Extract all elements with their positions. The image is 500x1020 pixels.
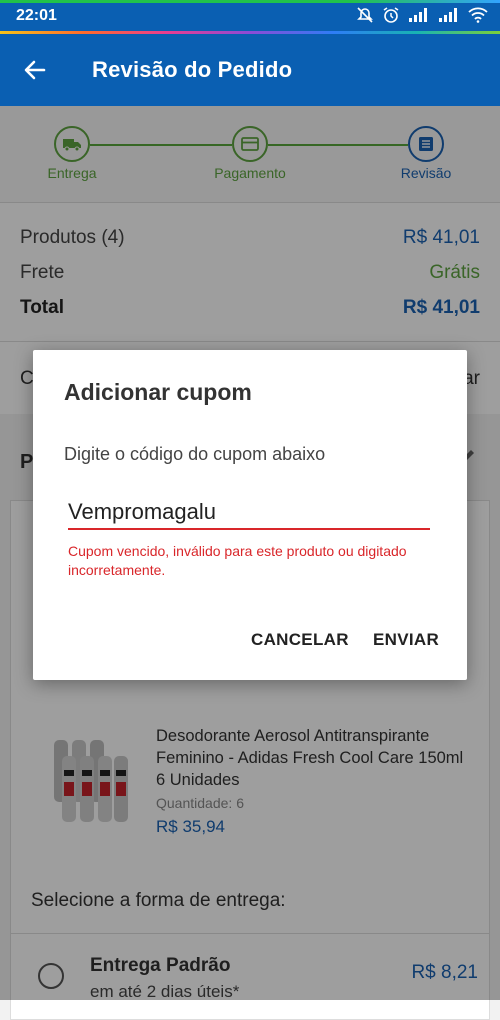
alarm-off-icon xyxy=(357,7,373,23)
alarm-clock-icon xyxy=(383,7,399,23)
cancel-button[interactable]: CANCELAR xyxy=(251,630,349,650)
status-icons xyxy=(356,6,488,24)
add-coupon-dialog: Adicionar cupom Digite o código do cupom… xyxy=(33,350,467,680)
coupon-input-underline xyxy=(68,528,430,530)
dialog-message: Digite o código do cupom abaixo xyxy=(64,444,326,464)
arrow-left-icon[interactable] xyxy=(22,57,48,83)
signal-icon xyxy=(409,8,427,22)
send-button[interactable]: ENVIAR xyxy=(373,630,439,650)
page-title: Revisão do Pedido xyxy=(92,57,293,82)
status-time: 22:01 xyxy=(16,7,57,24)
dialog-title: Adicionar cupom xyxy=(64,379,252,405)
status-accent-top xyxy=(0,0,500,3)
coupon-error-message: Cupom vencido, inválido para este produt… xyxy=(68,543,407,578)
app-bar: Revisão do Pedido xyxy=(0,34,500,106)
coupon-code-input[interactable] xyxy=(68,496,430,528)
signal-icon xyxy=(439,8,457,22)
status-bar: 22:01 xyxy=(0,0,500,34)
wifi-icon xyxy=(468,7,488,23)
